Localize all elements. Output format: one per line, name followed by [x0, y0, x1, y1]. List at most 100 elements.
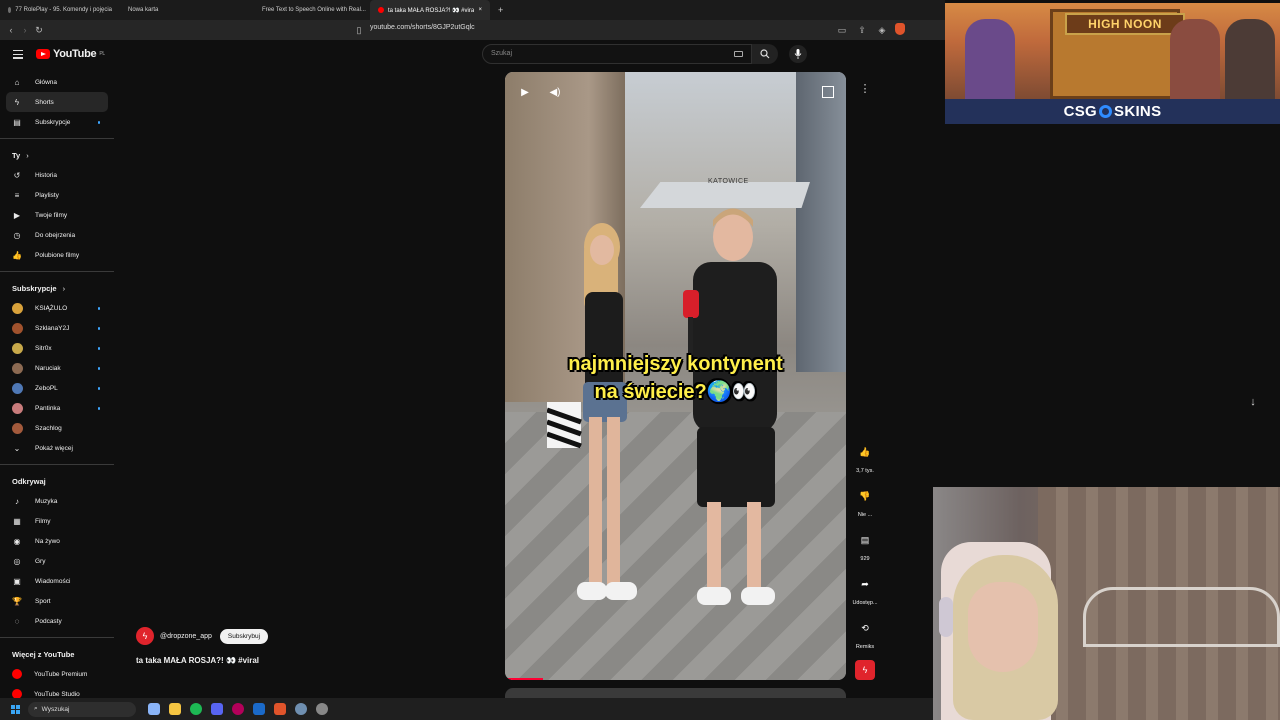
video-person-girl: [547, 223, 637, 600]
divider: [0, 464, 114, 465]
extension-icon[interactable]: ◈: [875, 23, 889, 37]
reload-icon[interactable]: ↻: [32, 23, 46, 37]
sidebar-item-playlists[interactable]: ≡ Playlisty: [0, 185, 116, 205]
new-content-dot: [97, 121, 100, 124]
tab-label: Free Text to Speech Online with Real...: [262, 7, 366, 13]
menu-icon[interactable]: [13, 50, 23, 61]
shorts-video-player[interactable]: KATOWICE najmniejszy kontynent na świeci…: [505, 72, 846, 680]
gaming-icon: ◎: [13, 556, 21, 566]
brave-shield-icon[interactable]: [895, 23, 905, 35]
play-button[interactable]: ▶: [517, 84, 533, 100]
sidebar-item-music[interactable]: ♪ Muzyka: [0, 491, 116, 511]
sidebar-item-label: Polubione filmy: [35, 251, 80, 259]
sidebar-item-your-videos[interactable]: ▶ Twoje filmy: [0, 205, 116, 225]
settings-icon[interactable]: [295, 703, 307, 715]
bookmark-icon[interactable]: ▯: [352, 23, 366, 37]
dislike-button[interactable]: 👎 Nie ...: [848, 484, 882, 519]
app-icon[interactable]: [232, 703, 244, 715]
sidebar-item-label: Pantinka: [35, 404, 61, 412]
youtube-play-icon: [36, 49, 50, 59]
sidebar-item-channel[interactable]: SzklanaY2J: [0, 318, 116, 338]
sidebar-item-history[interactable]: ↺ Historia: [0, 165, 116, 185]
like-count: 3,7 tys.: [856, 468, 874, 474]
sidebar-item-podcasts[interactable]: ◌ Podcasty: [0, 611, 116, 631]
back-icon[interactable]: ‹: [4, 23, 18, 37]
sidebar-item-channel[interactable]: Naruciak: [0, 358, 116, 378]
browser-tab[interactable]: Free Text to Speech Online with Real...: [250, 0, 370, 20]
share-button[interactable]: ➦ Udostęp...: [848, 572, 882, 607]
youtube-logo[interactable]: YouTube PL: [36, 48, 105, 60]
voice-search-button[interactable]: [789, 45, 807, 63]
taskbar-search[interactable]: ⌕ Wyszukaj: [28, 701, 136, 717]
share-page-icon[interactable]: ⇪: [855, 23, 869, 37]
url-field[interactable]: youtube.com/shorts/8GJP2utGqlc: [370, 24, 475, 31]
avatar[interactable]: ϟ: [136, 627, 154, 645]
discord-icon[interactable]: [211, 703, 223, 715]
fullscreen-icon[interactable]: [822, 86, 834, 98]
forward-icon[interactable]: ›: [18, 23, 32, 37]
sidebar-item-shorts[interactable]: ϟ Shorts: [6, 92, 108, 112]
subscribe-button[interactable]: Subskrybuj: [219, 628, 269, 644]
sidebar-item-watch-later[interactable]: ◷ Do obejrzenia: [0, 225, 116, 245]
remix-button[interactable]: ⟲ Remiks: [848, 616, 882, 651]
search-input[interactable]: Szukaj: [482, 44, 752, 64]
obs-icon[interactable]: [316, 703, 328, 715]
spotify-icon[interactable]: [190, 703, 202, 715]
sidebar-item-liked[interactable]: 👍 Polubione filmy: [0, 245, 116, 265]
show-more-button[interactable]: ⌄ Pokaż więcej: [0, 438, 116, 458]
share-icon: ➦: [861, 578, 869, 589]
section-header-subscriptions[interactable]: Subskrypcje ›: [0, 278, 116, 298]
video-progress-bar[interactable]: [505, 678, 543, 680]
section-header-explore: Odkrywaj: [12, 476, 46, 486]
browser-tab[interactable]: Nowa karta: [120, 0, 250, 20]
dropzone-logo-icon: ϟ: [855, 660, 875, 680]
chevron-right-icon: ›: [62, 283, 66, 293]
search-button[interactable]: [752, 44, 778, 64]
arrow-down-icon[interactable]: ↓: [1245, 396, 1261, 412]
new-content-dot: [97, 347, 100, 350]
webcam-streamer-face: [968, 582, 1038, 672]
channel-avatar-small[interactable]: ϟ: [848, 660, 882, 684]
sidebar-item-sport[interactable]: 🏆 Sport: [0, 591, 116, 611]
sidebar-item-home[interactable]: ⌂ Główna: [0, 72, 116, 92]
more-options-icon[interactable]: ⋮: [856, 82, 874, 102]
windows-start-icon[interactable]: [11, 704, 20, 714]
channel-name[interactable]: @dropzone_app: [160, 633, 212, 640]
target-logo-icon: [1099, 105, 1113, 118]
divider: [0, 138, 114, 139]
sidebar-item-news[interactable]: ▣ Wiadomości: [0, 571, 116, 591]
task-view-icon[interactable]: [148, 703, 160, 715]
remix-icon: ⟲: [861, 622, 869, 633]
headset-icon: [939, 597, 953, 637]
brave-icon[interactable]: [274, 703, 286, 715]
sidebar-item-channel[interactable]: Pantinka: [0, 398, 116, 418]
sidebar-item-premium[interactable]: YouTube Premium: [0, 664, 116, 684]
browser-tab[interactable]: 77 RolePlay - 95. Komendy i pojęcia: [0, 0, 120, 20]
sidebar-item-channel[interactable]: Szachlog: [0, 418, 116, 438]
youtube-favicon-icon: [378, 7, 384, 13]
sidebar-item-label: Historia: [35, 171, 58, 179]
avatar: [12, 322, 23, 334]
like-button[interactable]: 👍 3,7 tys.: [848, 440, 882, 475]
sidebar-item-label: Główna: [35, 78, 58, 86]
steam-icon[interactable]: [253, 703, 265, 715]
sidebar-item-subscriptions[interactable]: ▤ Subskrypcje: [0, 112, 116, 132]
home-icon: ⌂: [14, 77, 20, 87]
cast-icon[interactable]: ▭: [835, 23, 849, 37]
windows-taskbar: ⌕ Wyszukaj: [0, 698, 933, 720]
sidebar-item-movies[interactable]: ▦ Filmy: [0, 511, 116, 531]
sidebar-item-channel[interactable]: ZeboPL: [0, 378, 116, 398]
keyboard-icon[interactable]: [734, 51, 743, 57]
file-explorer-icon[interactable]: [169, 703, 181, 715]
browser-tab-active[interactable]: ta taka MAŁA ROSJA?! 👀 #viral ×: [370, 0, 490, 20]
new-tab-button[interactable]: +: [490, 0, 511, 20]
taskbar-search-label: Wyszukaj: [41, 705, 70, 713]
sidebar-item-channel[interactable]: KSIĄŻULO: [0, 298, 116, 318]
sidebar-item-channel[interactable]: Sitr0x: [0, 338, 116, 358]
sidebar-item-gaming[interactable]: ◎ Gry: [0, 551, 116, 571]
sidebar-item-live[interactable]: ◉ Na żywo: [0, 531, 116, 551]
volume-icon[interactable]: ◀): [547, 84, 563, 100]
comments-button[interactable]: ▤ 929: [848, 528, 882, 563]
tab-close-icon[interactable]: ×: [478, 7, 482, 13]
section-header-you[interactable]: Ty ›: [0, 145, 116, 165]
